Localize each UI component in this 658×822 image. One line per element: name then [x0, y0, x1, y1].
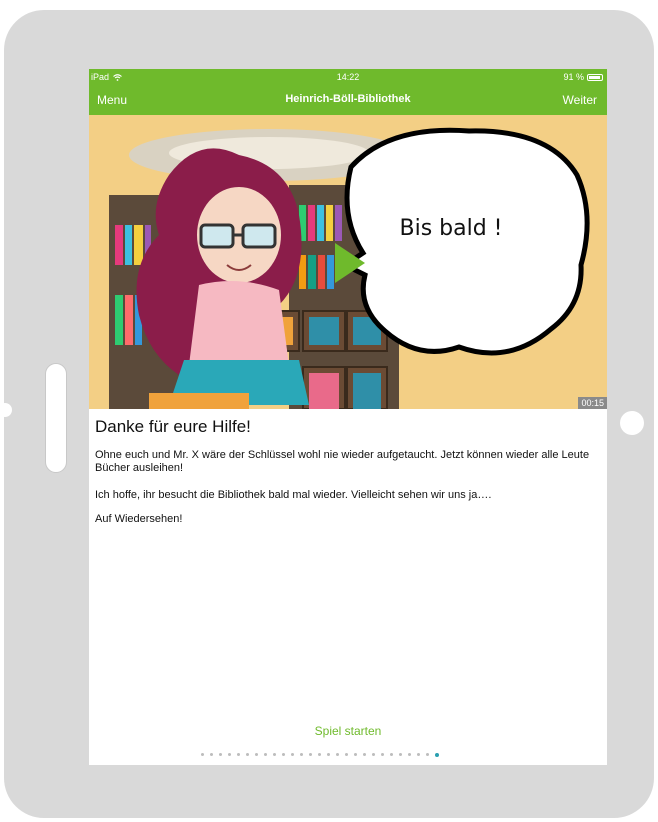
- content-heading: Danke für eure Hilfe!: [95, 417, 251, 436]
- page-dot[interactable]: [237, 753, 240, 756]
- page-dot[interactable]: [327, 753, 330, 756]
- next-button[interactable]: Weiter: [563, 93, 597, 107]
- page-dot[interactable]: [300, 753, 303, 756]
- page-dot[interactable]: [345, 753, 348, 756]
- page-indicator[interactable]: [201, 752, 439, 757]
- page-dot[interactable]: [246, 753, 249, 756]
- page-dot[interactable]: [210, 753, 213, 756]
- clock: 14:22: [336, 72, 360, 82]
- page-dot[interactable]: [282, 753, 285, 756]
- page-dot[interactable]: [381, 753, 384, 756]
- page-dot[interactable]: [219, 753, 222, 756]
- page-dot[interactable]: [228, 753, 231, 756]
- camera-icon: [620, 411, 644, 435]
- page-dot-active[interactable]: [435, 752, 439, 757]
- page-dot[interactable]: [354, 753, 357, 756]
- page-dot[interactable]: [390, 753, 393, 756]
- page-dot[interactable]: [408, 753, 411, 756]
- home-button[interactable]: [45, 363, 67, 473]
- status-bar: iPad 14:22 91 %: [89, 69, 607, 85]
- page-dot[interactable]: [426, 753, 429, 756]
- page-dot[interactable]: [399, 753, 402, 756]
- page-dot[interactable]: [318, 753, 321, 756]
- page-dot[interactable]: [336, 753, 339, 756]
- paragraph: Auf Wiedersehen!: [95, 513, 183, 525]
- illustration-svg: Bis bald !: [109, 127, 590, 409]
- video-timestamp: 00:15: [578, 397, 607, 409]
- page-dot[interactable]: [417, 753, 420, 756]
- paragraph: Ich hoffe, ihr besucht die Bibliothek ba…: [95, 489, 492, 501]
- page-dot[interactable]: [363, 753, 366, 756]
- speech-text: Bis bald !: [400, 216, 503, 241]
- page-title: Heinrich-Böll-Bibliothek: [285, 93, 411, 105]
- battery-level: 91 %: [563, 72, 584, 82]
- page-dot[interactable]: [291, 753, 294, 756]
- page-dot[interactable]: [372, 753, 375, 756]
- battery-icon: [587, 73, 603, 81]
- paragraph: Ohne euch und Mr. X wäre der Schlüssel w…: [95, 449, 590, 474]
- page-dot[interactable]: [255, 753, 258, 756]
- screen: iPad 14:22 91 % Menu Heinrich-Böll-Bibli…: [89, 69, 607, 765]
- page-dot[interactable]: [309, 753, 312, 756]
- page-dot[interactable]: [264, 753, 267, 756]
- story-illustration: Bis bald ! 00:15: [89, 115, 607, 409]
- page-dot[interactable]: [273, 753, 276, 756]
- start-game-button[interactable]: Spiel starten: [89, 724, 607, 738]
- page-dot[interactable]: [201, 753, 204, 756]
- nav-bar: Menu Heinrich-Böll-Bibliothek Weiter: [89, 85, 607, 115]
